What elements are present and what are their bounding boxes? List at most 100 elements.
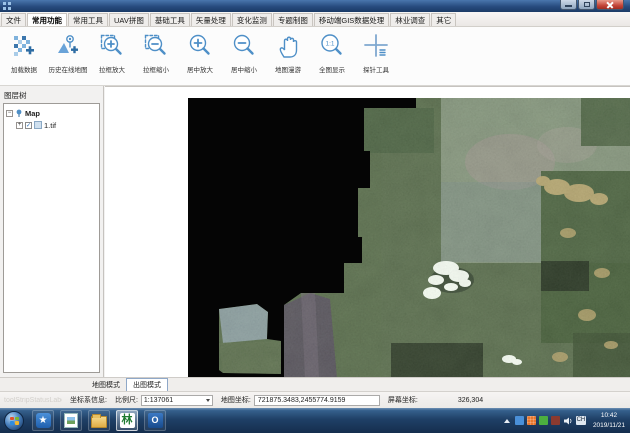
load-data-button[interactable]: 加载数据 — [2, 29, 46, 85]
tree-node-label: 1.tif — [44, 121, 56, 130]
tree-node-layer[interactable]: + ✓ 1.tif — [16, 120, 97, 130]
ribbon-tab-strip: 文件 常用功能 常用工具 UAV拼图 基础工具 矢量处理 变化监测 专题制图 移… — [0, 12, 630, 27]
tab-other[interactable]: 其它 — [431, 13, 456, 26]
toolbar-button-label: 加载数据 — [11, 64, 37, 74]
toolbar-button-label: 居中放大 — [187, 64, 213, 74]
tab-basic-tools[interactable]: 基础工具 — [150, 13, 190, 26]
toolbar-button-label: 地图漫游 — [275, 64, 301, 74]
full-extent-button[interactable]: 1:1 全图显示 — [310, 29, 354, 85]
input-language-icon[interactable]: CH — [576, 416, 586, 425]
scale-value: 1:137061 — [144, 397, 204, 404]
tab-common-functions[interactable]: 常用功能 — [27, 13, 67, 26]
load-data-icon — [11, 33, 37, 59]
box-zoom-out-button[interactable]: 拉框缩小 — [134, 29, 178, 85]
history-online-map-icon — [55, 33, 81, 59]
map-coord-value: 721875.3483,2455774.9159 — [258, 397, 346, 404]
map-pin-icon — [15, 109, 23, 117]
tray-antivirus-icon[interactable] — [539, 416, 548, 425]
hidden-icons-arrow[interactable] — [504, 419, 510, 423]
title-bar — [0, 0, 630, 12]
taskbar-image-viewer-button[interactable] — [60, 410, 82, 431]
center-zoom-in-button[interactable]: 居中放大 — [178, 29, 222, 85]
tab-thematic-mapping[interactable]: 专题制图 — [273, 13, 313, 26]
coordsys-label: 坐标系信息: — [70, 395, 107, 405]
full-extent-icon: 1:1 — [319, 33, 345, 59]
center-zoom-out-button[interactable]: 居中缩小 — [222, 29, 266, 85]
layer-tree[interactable]: − Map + ✓ 1.tif — [3, 103, 100, 373]
chevron-down-icon[interactable] — [206, 399, 210, 402]
svg-text:1:1: 1:1 — [325, 41, 334, 48]
volume-icon[interactable] — [563, 416, 573, 426]
box-zoom-in-icon — [99, 33, 125, 59]
toolbar-button-label: 拉框缩小 — [143, 64, 169, 74]
status-bar: toolStripStatusLabel 坐标系信息: 比例尺: 1:13706… — [0, 391, 630, 408]
toolbar-button-label: 拉框放大 — [99, 64, 125, 74]
scale-label: 比例尺: — [115, 395, 138, 405]
tree-node-label: Map — [25, 109, 40, 118]
center-zoom-in-icon — [187, 33, 213, 59]
taskbar-explorer-button[interactable] — [88, 410, 110, 431]
taskbar-forestry-gis-button[interactable]: 林 — [116, 410, 138, 431]
history-online-map-button[interactable]: 历史在线地图 — [46, 29, 90, 85]
star-app-icon: ★ — [36, 413, 51, 428]
layer-panel-title: 图层树 — [4, 90, 27, 101]
application-window: 文件 常用功能 常用工具 UAV拼图 基础工具 矢量处理 变化监测 专题制图 移… — [0, 0, 630, 433]
box-zoom-in-button[interactable]: 拉框放大 — [90, 29, 134, 85]
close-button[interactable] — [596, 0, 624, 10]
clock-date: 2019/11/21 — [593, 421, 625, 431]
tab-common-tools[interactable]: 常用工具 — [68, 13, 108, 26]
box-zoom-out-icon — [143, 33, 169, 59]
layer-panel: 图层树 − Map + ✓ 1.tif — [0, 86, 104, 377]
map-canvas[interactable] — [105, 86, 630, 377]
tab-file[interactable]: 文件 — [1, 13, 26, 26]
raster-layer-icon — [34, 121, 42, 129]
maximize-button[interactable] — [578, 0, 595, 10]
tab-uav-mosaic[interactable]: UAV拼图 — [109, 13, 149, 26]
screen-coord-label: 屏幕坐标: — [388, 395, 418, 405]
probe-tool-icon — [363, 33, 389, 59]
status-ghost-label: toolStripStatusLabel — [4, 397, 62, 404]
clock-time: 10:42 — [593, 411, 625, 421]
tab-vector-processing[interactable]: 矢量处理 — [191, 13, 231, 26]
o-app-icon: O — [148, 413, 163, 428]
tab-change-monitoring[interactable]: 变化监测 — [232, 13, 272, 26]
toolbar-button-label: 全图显示 — [319, 64, 345, 74]
main-area: 图层树 − Map + ✓ 1.tif — [0, 86, 630, 377]
toolbar: 加载数据 历史在线地图 拉框放大 — [0, 27, 630, 86]
tree-node-map[interactable]: − Map — [6, 108, 97, 118]
app-icon — [3, 2, 11, 10]
toolbar-button-label: 探针工具 — [363, 64, 389, 74]
collapse-icon[interactable]: − — [6, 110, 13, 117]
toolbar-button-label: 居中缩小 — [231, 64, 257, 74]
tab-layout-mode[interactable]: 出图模式 — [126, 378, 168, 391]
expand-icon[interactable]: + — [16, 122, 23, 129]
taskbar-star-app-button[interactable]: ★ — [32, 410, 54, 431]
tab-mobile-gis-data[interactable]: 移动端GIS数据处理 — [314, 13, 389, 26]
minimize-button[interactable] — [560, 0, 577, 10]
taskbar-o-app-button[interactable]: O — [144, 410, 166, 431]
folder-icon — [91, 416, 107, 428]
pan-hand-icon — [275, 33, 301, 59]
taskbar-clock[interactable]: 10:42 2019/11/21 — [593, 411, 625, 431]
tab-map-mode[interactable]: 地图模式 — [86, 379, 126, 391]
probe-tool-button[interactable]: 探针工具 — [354, 29, 398, 85]
system-tray: CH 10:42 2019/11/21 — [504, 408, 628, 433]
satellite-mosaic — [105, 87, 630, 378]
mode-tab-strip: 地图模式 出图模式 — [0, 377, 630, 391]
pan-map-button[interactable]: 地图漫游 — [266, 29, 310, 85]
tray-grid-app-icon[interactable] — [527, 416, 536, 425]
map-coord-label: 地图坐标: — [221, 395, 251, 405]
start-button[interactable] — [4, 411, 24, 431]
toolbar-button-label: 历史在线地图 — [49, 64, 88, 74]
tab-forestry-survey[interactable]: 林业调查 — [390, 13, 430, 26]
windows-taskbar: ★ 林 O CH — [0, 408, 630, 433]
layer-checkbox[interactable]: ✓ — [25, 122, 32, 129]
tray-app-icon[interactable] — [551, 416, 560, 425]
tray-messenger-icon[interactable] — [515, 416, 524, 425]
forestry-app-icon: 林 — [120, 413, 135, 428]
center-zoom-out-icon — [231, 33, 257, 59]
screen-coord-value: 326,304 — [458, 397, 483, 404]
map-coord-box: 721875.3483,2455774.9159 — [254, 395, 380, 406]
image-viewer-icon — [64, 413, 78, 428]
scale-combobox[interactable]: 1:137061 — [141, 395, 213, 406]
